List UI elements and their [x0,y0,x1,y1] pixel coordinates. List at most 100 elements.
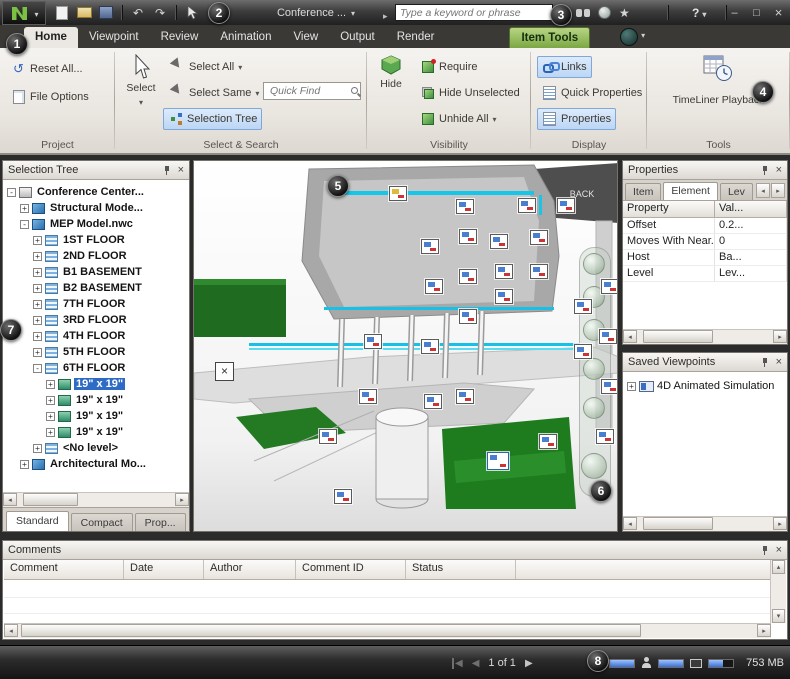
tree-item[interactable]: +3RD FLOOR [3,312,189,328]
scroll-right-button[interactable] [773,517,787,530]
close-icon[interactable]: × [776,544,782,556]
column-property[interactable]: Property [623,201,715,218]
select-same-button[interactable]: Select Same [165,82,264,104]
previous-sheet-button[interactable]: ◀ [472,658,480,669]
link-badge[interactable] [574,344,592,359]
tab-review[interactable]: Review [150,27,210,48]
link-badge[interactable] [389,186,407,201]
scroll-left-button[interactable] [3,493,17,506]
tree-expander[interactable]: + [33,443,42,453]
link-badge[interactable] [334,489,352,504]
tab-level[interactable]: Lev [719,183,753,200]
help-button[interactable]: ? [692,0,706,25]
save-button[interactable] [96,3,116,22]
tree-expander[interactable]: - [33,363,42,373]
tree-item[interactable]: - 6TH FLOOR [3,360,189,376]
maximize-button[interactable] [749,7,764,19]
tab-viewpoint[interactable]: Viewpoint [78,27,150,48]
tree-expander[interactable]: + [20,459,29,469]
tree-item[interactable]: - Conference Center... [3,184,189,200]
links-button[interactable]: Links [537,56,592,78]
link-badge[interactable] [495,264,513,279]
link-badge[interactable] [487,452,509,470]
navigation-sphere-icon[interactable] [581,453,607,479]
grid-row[interactable]: Offset 0.2... [623,218,787,234]
viewport-3d[interactable]: BACK [193,160,618,532]
link-badge[interactable] [539,434,557,449]
tree-expander[interactable]: + [33,251,42,261]
open-button[interactable] [74,3,94,22]
link-badge[interactable] [319,429,337,444]
communication-center-icon[interactable] [598,6,611,19]
tree-item[interactable]: +19" x 19" [3,408,189,424]
tab-item-tools[interactable]: Item Tools [509,27,591,48]
binoculars-search-icon[interactable] [576,8,590,18]
scroll-thumb[interactable] [23,493,78,506]
link-badge[interactable] [574,299,592,314]
link-badge[interactable] [495,289,513,304]
tab-compact[interactable]: Compact [70,513,133,531]
tree-expander[interactable]: + [46,395,55,405]
close-icon[interactable]: × [776,356,782,368]
tree-item[interactable]: +1ST FLOOR [3,232,189,248]
column-status[interactable]: Status [406,560,516,579]
link-badge[interactable] [490,234,508,249]
link-badge[interactable] [518,198,536,213]
link-badge[interactable] [596,429,614,444]
tree-item[interactable]: +19" x 19" [3,424,189,440]
selection-tree-button[interactable]: Selection Tree [163,108,263,130]
scroll-left-button[interactable] [623,517,637,530]
tab-render[interactable]: Render [386,27,446,48]
pin-icon[interactable] [760,545,770,556]
scroll-thumb[interactable] [21,624,641,637]
column-author[interactable]: Author [204,560,296,579]
tree-expander[interactable]: - [20,219,29,229]
link-badge[interactable] [601,279,617,294]
file-options-button[interactable]: File Options [6,86,94,108]
scroll-thumb[interactable] [643,517,713,530]
tree-item[interactable]: +7TH FLOOR [3,296,189,312]
grid-row[interactable]: Host Ba... [623,250,787,266]
tree-expander[interactable]: + [46,427,55,437]
link-badge[interactable] [456,199,474,214]
link-badge[interactable] [530,264,548,279]
tree-expander[interactable]: + [627,381,636,391]
tab-element[interactable]: Element [663,182,718,200]
select-button[interactable]: Select [121,50,161,138]
link-badge[interactable] [456,389,474,404]
link-badge[interactable] [364,334,382,349]
link-badge[interactable] [557,198,575,213]
link-badge[interactable] [421,239,439,254]
viewpoint-item[interactable]: + 4D Animated Simulation [623,378,787,394]
column-comment-id[interactable]: Comment ID [296,560,406,579]
tree-expander[interactable]: + [33,283,42,293]
link-badge[interactable] [359,389,377,404]
tree-item[interactable]: +5TH FLOOR [3,344,189,360]
close-icon[interactable]: × [776,164,782,176]
horizontal-scrollbar[interactable] [3,492,189,507]
tree-expander[interactable]: + [33,235,42,245]
tab-scroll-right-button[interactable] [771,183,785,198]
tab-item[interactable]: Item [625,183,662,200]
favorites-star-icon[interactable]: ★ [619,7,630,19]
column-value[interactable]: Val... [715,201,787,218]
scroll-up-button[interactable] [772,560,785,574]
link-badge[interactable] [599,329,617,344]
close-button[interactable] [771,5,786,20]
new-file-button[interactable] [52,3,72,22]
tree-item[interactable]: + <No level> [3,440,189,456]
link-badge[interactable] [459,309,477,324]
link-badge[interactable] [530,230,548,245]
tree-item[interactable]: + B2 BASEMENT [3,280,189,296]
tree-expander[interactable]: + [20,203,29,213]
pin-icon[interactable] [760,357,770,368]
grid-row[interactable]: Moves With Near... 0 [623,234,787,250]
pin-icon[interactable] [760,165,770,176]
tab-scroll-left-button[interactable] [756,183,770,198]
horizontal-scrollbar[interactable] [623,516,787,531]
tree-expander[interactable]: + [46,411,55,421]
scroll-down-button[interactable] [772,609,785,623]
tree-item[interactable]: +4TH FLOOR [3,328,189,344]
undo-button[interactable]: ↶ [128,3,148,22]
tree-item-selected[interactable]: +19" x 19" [3,376,189,392]
